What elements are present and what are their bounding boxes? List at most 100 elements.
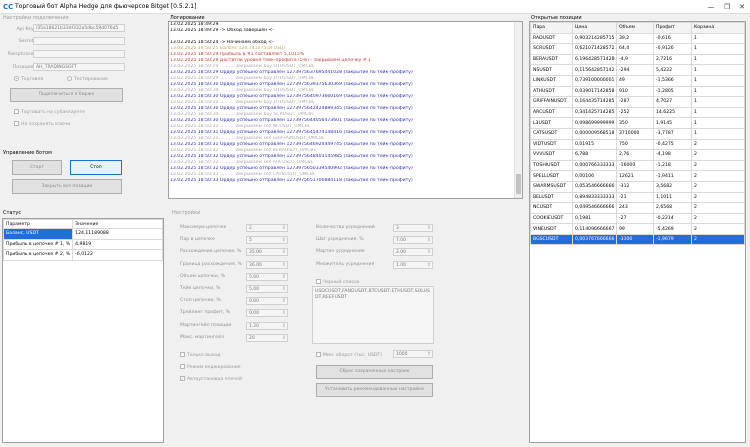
position-pair: COOKIEUSDT — [530, 212, 573, 225]
check-keep-keys[interactable]: Не сохранять ключи — [14, 121, 70, 127]
position-row[interactable]: VVVUSDT 6,788 2,76 -4,198 2 — [530, 149, 745, 161]
position-row[interactable]: NCUSDT 0,049546666666 243 2,6568 2 — [530, 202, 745, 214]
position-row[interactable]: SWARMSUSDT 0,053546666666 -312 3,5682 2 — [530, 180, 745, 193]
position-pair: CATSUSDT — [530, 127, 573, 140]
blacklist-textarea[interactable]: USDCUSDT,FANGUSDT,BTCUSDT,ETHUSDT,SOLUSD… — [312, 286, 434, 344]
position-volume: 243 — [616, 202, 654, 214]
passphrase-field[interactable] — [33, 50, 125, 58]
start-button[interactable]: Старт — [12, 160, 62, 175]
position-profit: 5,4222 — [653, 64, 692, 76]
status-header-row: Параметр Значение — [2, 219, 163, 229]
setting-input[interactable]: 2.00 — [393, 248, 433, 257]
window-title: Торговый бот Alpha Hedge для фьючерсов B… — [15, 3, 197, 10]
status-row[interactable]: Прибыль в цепочке # 2, % -6,0122 — [2, 249, 163, 261]
close-icon[interactable]: ✕ — [737, 2, 747, 12]
setting-input[interactable]: 0.00 — [246, 297, 288, 306]
min-volume-input[interactable]: 1000 — [393, 350, 433, 358]
log-scrollbar-thumb[interactable] — [516, 174, 521, 194]
setting-input[interactable]: 5 — [246, 236, 288, 245]
setting-label: Трейлинг профит, % — [180, 310, 230, 316]
status-header-value: Значение — [72, 219, 163, 229]
maximize-icon[interactable]: ❐ — [722, 2, 732, 12]
settings-group-label: Настройки — [172, 210, 201, 216]
setting-input[interactable]: 3 — [393, 224, 433, 232]
setting-label: Граница расхождения, % — [180, 261, 242, 267]
min-volume-label: Мин. оборот (тыс. USDT) — [323, 353, 383, 358]
check-subaccount[interactable]: Торговать на субаккаунте — [14, 109, 85, 115]
position-pair: GRIFFAINUSDT — [530, 96, 573, 108]
position-pair: SWARMSUSDT — [530, 180, 573, 193]
position-row[interactable]: VINEUSDT 0,114096666667 99 -5,4269 2 — [530, 223, 745, 235]
position-row[interactable]: TOSHIUSDT 0,000766333333 -16000 -1,218 2 — [530, 159, 745, 172]
position-volume: -312 — [616, 180, 654, 193]
position-row[interactable]: VIDTUSDT 0,01915 750 -0,4275 2 — [530, 138, 745, 151]
position-row[interactable]: SCRUSDT 0,621071428572 64,4 -0,9126 1 — [530, 43, 745, 55]
minimize-icon[interactable]: — — [706, 2, 716, 12]
setting-input[interactable]: 5.00 — [246, 272, 288, 281]
position-row[interactable]: ATHUSDT 0,039017142858 910 -1,2805 1 — [530, 85, 745, 98]
only-exit-check[interactable]: Только выход — [180, 352, 220, 358]
setting-input[interactable]: 1.00 — [393, 260, 433, 269]
setting-input[interactable]: 0.00 — [246, 309, 288, 318]
position-basket: 1 — [691, 127, 745, 140]
position-row[interactable]: L3USDT 0,098699999999 350 1,9145 1 — [530, 117, 745, 129]
positions-header-pair[interactable]: Пара — [530, 22, 573, 34]
position-volume: -4,9 — [616, 53, 654, 66]
position-row[interactable]: COOKIEUSDT 0,1981 -27 -0,2214 2 — [530, 212, 745, 225]
positions-header-basket[interactable]: Корзина — [691, 22, 745, 34]
status-row[interactable]: Прибыль в цепочке # 1, % 4,9819 — [2, 238, 163, 251]
setting-input[interactable]: 2 — [246, 224, 288, 232]
positions-header-volume[interactable]: Объем — [616, 22, 654, 34]
position-price: 0,003767666666 — [572, 233, 617, 246]
position-basket: 2 — [691, 233, 745, 246]
setting-input[interactable]: 5.00 — [246, 285, 288, 293]
check-subaccount-label: Торговать на субаккаунте — [21, 110, 85, 115]
connect-button[interactable]: Подключиться к бирже — [10, 88, 123, 102]
status-param-balance: Баланс, USDT — [2, 228, 74, 240]
api-key-field[interactable]: l35a18621b33df332a5dbc59d076d5 — [33, 24, 125, 32]
log-scrollbar[interactable] — [514, 22, 522, 198]
positions-header-price[interactable]: Цена — [572, 22, 617, 34]
position-price: 6,788 — [572, 149, 617, 161]
position-row[interactable]: NSUSDT 0,115642857142 -294 5,4222 1 — [530, 64, 745, 76]
position-row[interactable]: BERAUSDT 6,19642857142B -4,9 2,7216 1 — [530, 53, 745, 66]
min-volume-check[interactable]: Мин. оборот (тыс. USDT) — [316, 352, 382, 358]
setting-label: Мартингейл позиции — [180, 322, 232, 328]
position-basket: 1 — [691, 32, 745, 45]
position-basket: 1 — [691, 64, 745, 76]
position-row[interactable]: LINKUSDT 0,739100000001 49 -1,5366 1 — [530, 74, 745, 87]
position-row[interactable]: SPELLUSDT 0,00106 12621 -1,9411 2 — [530, 170, 745, 182]
position-field[interactable]: AH_TRADINGSOFT — [33, 63, 125, 71]
close-all-positions-button[interactable]: Закрыть все позиции — [12, 179, 122, 194]
setting-input[interactable]: 20 — [246, 333, 288, 342]
reset-settings-button[interactable]: Сброс сохраненных настроек — [316, 365, 433, 379]
position-row[interactable]: CATSUSDT 0,000009568518 3710000 -3,7787 1 — [530, 127, 745, 140]
position-volume: -294 — [616, 64, 654, 76]
blacklist-check[interactable]: Черный список — [316, 279, 360, 285]
position-row[interactable]: BELUSDT 0,894833333333 -21 1,1011 2 — [530, 191, 745, 204]
position-row[interactable]: BGSCUSDT 0,003767666666 -3300 -1,9679 2 — [530, 233, 745, 246]
setting-input[interactable]: 36.00 — [246, 260, 288, 269]
setting-input[interactable]: 1.20 — [246, 321, 288, 330]
radio-testing[interactable]: Тестирование — [67, 76, 108, 82]
position-pair: SCRUSDT — [530, 43, 573, 55]
setting-input[interactable]: 35.00 — [246, 248, 288, 257]
radio-trading[interactable]: Торговля — [14, 76, 43, 82]
position-pair: L3USDT — [530, 117, 573, 129]
secret-field[interactable] — [33, 37, 125, 45]
radio-trading-icon — [14, 76, 19, 81]
setting-input[interactable]: 7.00 — [393, 236, 433, 245]
position-row[interactable]: ARCUSDT 0,341425714285 -252 14,6225 1 — [530, 106, 745, 119]
position-profit: -0,2214 — [653, 212, 692, 225]
position-row[interactable]: RADUSDT 0,903214285715 39,2 -0,616 1 — [530, 32, 745, 45]
check-keep-keys-box — [14, 121, 19, 126]
position-basket: 2 — [691, 138, 745, 151]
recommended-settings-button[interactable]: Установить рекомендованные настройки — [316, 383, 433, 397]
log-panel[interactable]: 13.02.2025 18:49:29 13.02.2025 18:49:29 -… — [168, 21, 523, 199]
status-row[interactable]: Баланс, USDT 124.11189088 — [2, 228, 163, 240]
position-row[interactable]: GRIFFAINUSDT 0,164435714285 -287 4,7027 1 — [530, 96, 745, 108]
stop-button[interactable]: Стоп — [70, 160, 122, 175]
auto-leverage-check[interactable]: ✓ Автоустановка плечей — [180, 376, 242, 382]
hedge-mode-check[interactable]: Режим хеджирования — [180, 364, 241, 370]
positions-header-profit[interactable]: Профит — [653, 22, 692, 34]
